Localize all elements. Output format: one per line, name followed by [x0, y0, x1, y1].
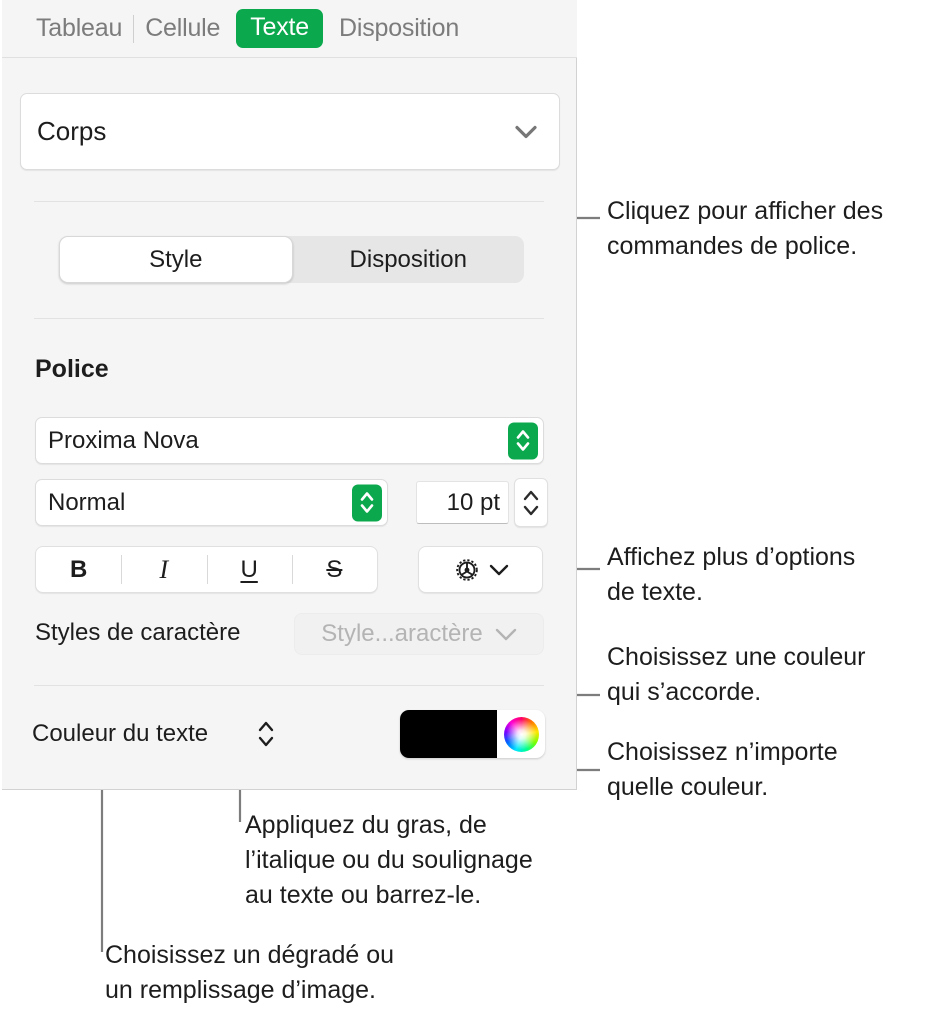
section-divider-2 — [34, 318, 544, 319]
callout-matching-color: Choisissez une couleur qui s’accorde. — [607, 643, 866, 706]
italic-glyph: I — [159, 554, 169, 584]
color-wheel-icon — [503, 716, 539, 752]
paragraph-style-popup[interactable]: Corps — [20, 93, 560, 170]
tab-tableau[interactable]: Tableau — [28, 11, 130, 46]
font-size-value: 10 pt — [446, 488, 500, 516]
bold-glyph: B — [69, 555, 88, 583]
font-weight-popup[interactable]: Normal — [35, 479, 388, 526]
format-inspector-panel: Tableau Cellule Texte Disposition Corps … — [2, 0, 577, 790]
tab-texte[interactable]: Texte — [236, 9, 323, 48]
strikethrough-button[interactable]: S — [291, 547, 377, 592]
strikethrough-glyph: S — [326, 555, 343, 583]
font-size-stepper[interactable] — [514, 478, 548, 527]
italic-button[interactable]: I — [121, 547, 206, 592]
section-divider-3 — [34, 685, 544, 686]
tab-separator — [133, 14, 135, 43]
font-family-stepper-icon — [508, 422, 538, 459]
paragraph-style-value: Corps — [37, 116, 107, 146]
callout-any-color: Choisissez n’importe quelle couleur. — [607, 738, 838, 801]
text-color-popup-chevrons-icon[interactable] — [255, 718, 277, 750]
tab-disposition[interactable]: Disposition — [331, 11, 467, 46]
character-styles-label: Styles de caractère — [35, 619, 241, 646]
font-size-field[interactable]: 10 pt — [416, 481, 509, 524]
callout-more-text-options: Affichez plus d’options de texte. — [607, 543, 856, 606]
text-color-control — [400, 710, 545, 758]
tab-cellule[interactable]: Cellule — [137, 11, 228, 46]
chevron-down-icon — [495, 628, 516, 640]
chevron-down-icon — [515, 125, 537, 138]
section-divider-1 — [34, 201, 544, 202]
underline-button[interactable]: U — [206, 547, 292, 592]
character-styles-value: Style...aractère — [321, 620, 483, 647]
color-swatch-button[interactable] — [400, 710, 497, 758]
inspector-tab-bar: Tableau Cellule Texte Disposition — [2, 0, 577, 58]
segment-style[interactable]: Style — [59, 236, 293, 283]
gear-icon — [456, 558, 478, 581]
font-weight-value: Normal — [48, 488, 126, 516]
style-layout-segmented-control: Style Disposition — [59, 236, 524, 283]
callout-font-commands: Cliquez pour afficher des commandes de p… — [607, 197, 884, 260]
callout-gradient-fill: Choisissez un dégradé ou un remplissage … — [105, 941, 395, 1004]
text-format-button-group: B I U S — [35, 546, 378, 593]
chevron-down-icon — [489, 564, 509, 575]
underline-glyph: U — [240, 555, 258, 583]
font-weight-stepper-icon — [352, 484, 382, 521]
character-styles-popup[interactable]: Style...aractère — [294, 613, 544, 655]
segment-disposition[interactable]: Disposition — [293, 236, 525, 283]
text-color-label: Couleur du texte — [32, 720, 209, 747]
font-family-popup[interactable]: Proxima Nova — [35, 417, 544, 464]
bold-button[interactable]: B — [36, 547, 121, 592]
callout-bold-italic: Appliquez du gras, de l’italique ou du s… — [245, 811, 533, 909]
font-section-heading: Police — [35, 355, 109, 383]
color-wheel-button[interactable] — [497, 716, 545, 752]
font-family-value: Proxima Nova — [48, 426, 199, 454]
more-text-options-button[interactable] — [418, 546, 543, 593]
